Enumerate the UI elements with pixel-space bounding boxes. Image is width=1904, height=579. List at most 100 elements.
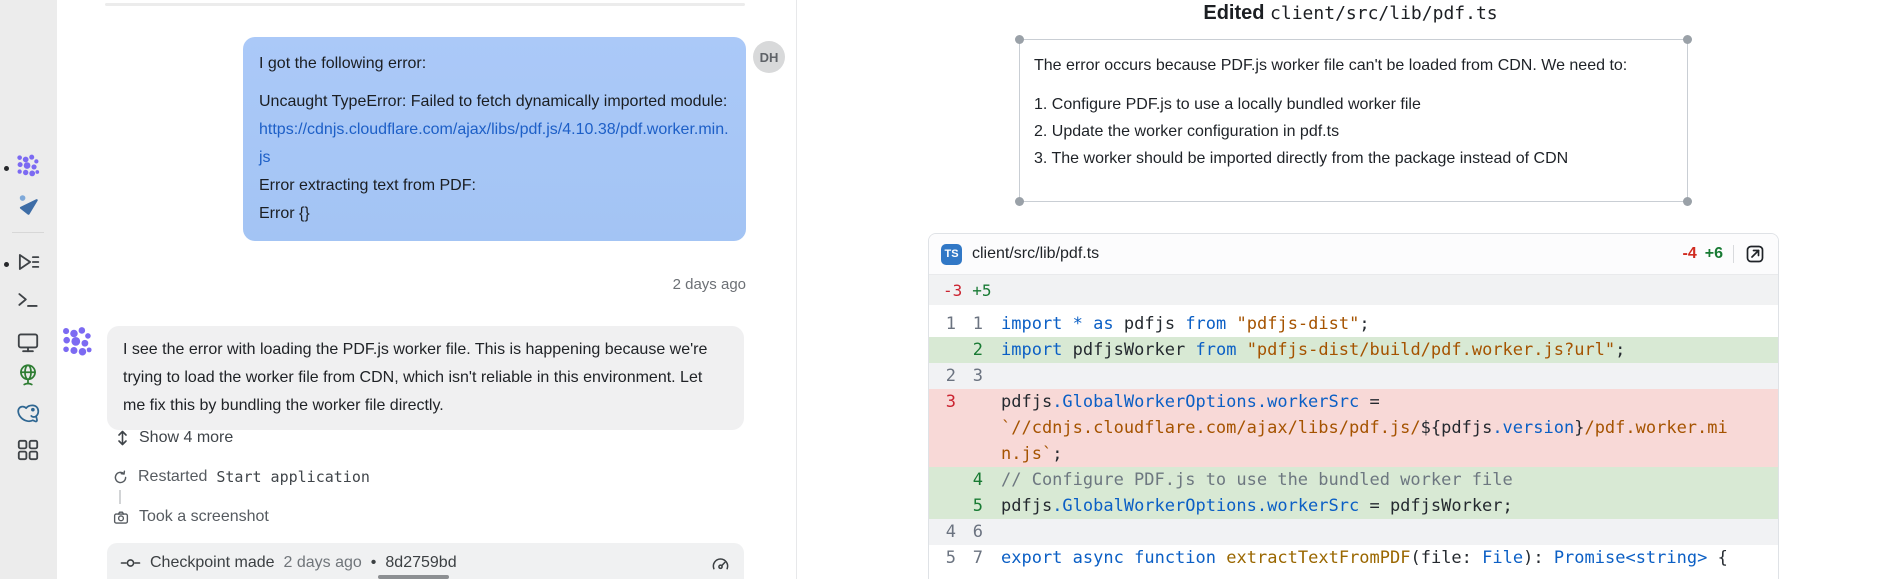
selection-handle[interactable]	[1015, 35, 1024, 44]
sidebar-item-agent[interactable]	[13, 153, 43, 183]
additions-count: +6	[1705, 245, 1723, 263]
sidebar-item-output[interactable]	[13, 329, 43, 359]
edit-action: Edited	[1203, 2, 1264, 24]
show-more-button[interactable]: Show 4 more	[115, 429, 233, 447]
replit-workspace: I got the following error: Uncaught TypeE…	[0, 0, 1904, 579]
user-avatar: DH	[753, 41, 785, 73]
note-item: 2. Update the worker configuration in pd…	[1034, 118, 1673, 145]
code-line: import * as pdfjs from "pdfjs-dist";	[1001, 311, 1778, 337]
agent-icon	[15, 153, 41, 184]
selection-handle[interactable]	[1683, 197, 1692, 206]
agent-chat-panel: I got the following error: Uncaught TypeE…	[57, 0, 797, 579]
old-line-number: 2	[929, 363, 956, 389]
old-line-number: 4	[929, 519, 956, 545]
old-line-number	[929, 493, 956, 519]
editor-panel: Edited client/src/lib/pdf.ts The error o…	[797, 0, 1904, 579]
code-line: pdfjs.GlobalWorkerOptions.workerSrc = pd…	[1001, 493, 1778, 519]
refresh-icon	[112, 469, 129, 486]
user-message-line: Error extracting text from PDF:	[259, 172, 730, 200]
error-url-link[interactable]: https://cdnjs.cloudflare.com/ajax/libs/p…	[259, 121, 729, 166]
diff-row: 2import pdfjsWorker from "pdfjs-dist/bui…	[929, 337, 1778, 363]
rollback-gauge-icon[interactable]	[710, 554, 731, 572]
notification-dot	[4, 262, 9, 267]
old-line-number	[929, 337, 956, 363]
agent-avatar	[60, 325, 94, 359]
new-line-number: 2	[956, 337, 983, 363]
checkpoint-hash: 8d2759bd	[385, 554, 456, 572]
checkpoint-row[interactable]: Checkpoint made 2 days ago • 8d2759bd	[107, 543, 744, 579]
checkpoint-time: 2 days ago	[284, 554, 362, 572]
user-message-line: I got the following error:	[259, 50, 730, 78]
typescript-badge-icon: TS	[941, 244, 962, 265]
show-more-label: Show 4 more	[139, 429, 233, 447]
diff-row: 23	[929, 363, 1778, 389]
selected-note-box[interactable]: The error occurs because PDF.js worker f…	[1019, 39, 1688, 202]
sidebar-item-networking[interactable]	[13, 362, 43, 392]
code-line	[1001, 519, 1778, 545]
clipped-next-row	[378, 575, 449, 579]
sidebar-item-assistant[interactable]	[13, 191, 43, 221]
camera-icon	[112, 509, 130, 526]
diff-hunk-header: -3 +5	[929, 275, 1778, 305]
code-line	[1001, 363, 1778, 389]
new-line-number	[956, 389, 983, 467]
sidebar-item-workflows[interactable]	[13, 249, 43, 279]
diff-header[interactable]: TS client/src/lib/pdf.ts -4 +6	[929, 234, 1778, 275]
notification-dot	[4, 166, 9, 171]
edit-summary-title: Edited client/src/lib/pdf.ts	[797, 2, 1904, 25]
networking-icon	[15, 362, 41, 393]
hunk-deletions: -3	[943, 281, 962, 300]
assistant-icon	[15, 191, 41, 222]
note-intro: The error occurs because PDF.js worker f…	[1034, 52, 1673, 79]
user-message-line: Uncaught TypeError: Failed to fetch dyna…	[259, 88, 730, 116]
note-item: 3. The worker should be imported directl…	[1034, 145, 1673, 172]
selection-handle[interactable]	[1683, 35, 1692, 44]
edited-file-path: client/src/lib/pdf.ts	[1270, 3, 1498, 24]
open-in-editor-icon[interactable]	[1744, 243, 1766, 265]
diff-row: 46	[929, 519, 1778, 545]
sidebar-divider	[12, 232, 44, 233]
expand-updown-icon	[115, 429, 130, 447]
selection-handle[interactable]	[1015, 197, 1024, 206]
screenshot-action-row: Took a screenshot	[112, 508, 269, 526]
sidebar-item-shell[interactable]	[13, 287, 43, 317]
restart-action-label: Restarted	[138, 468, 207, 486]
user-message-bubble: I got the following error: Uncaught TypeE…	[243, 37, 746, 241]
user-message-line: https://cdnjs.cloudflare.com/ajax/libs/p…	[259, 116, 730, 172]
old-line-number	[929, 467, 956, 493]
new-line-number: 3	[956, 363, 983, 389]
new-line-number: 5	[956, 493, 983, 519]
screenshot-action-label: Took a screenshot	[139, 508, 269, 526]
shell-icon	[15, 287, 41, 318]
old-line-number: 5	[929, 545, 956, 571]
checkpoint-label: Checkpoint made	[150, 554, 275, 572]
code-line: pdfjs.GlobalWorkerOptions.workerSrc =`//…	[1001, 389, 1778, 467]
diff-row: 5 pdfjs.GlobalWorkerOptions.workerSrc = p…	[929, 493, 1778, 519]
checkpoint-separator: •	[371, 554, 377, 572]
replit-agent-icon	[60, 346, 94, 363]
diff-filename: client/src/lib/pdf.ts	[972, 245, 1683, 263]
new-line-number: 7	[956, 545, 983, 571]
commit-checkpoint-icon	[120, 555, 141, 571]
restart-action-row: Restarted Start application	[112, 468, 370, 486]
old-line-number: 3	[929, 389, 956, 467]
old-line-number: 1	[929, 311, 956, 337]
header-divider	[1733, 245, 1734, 263]
sidebar-item-database[interactable]	[13, 401, 43, 431]
diff-row: 4 // Configure PDF.js to use the bundled …	[929, 467, 1778, 493]
sidebar-item-all-tools[interactable]	[13, 437, 43, 467]
database-icon	[15, 401, 41, 432]
note-item: 1. Configure PDF.js to use a locally bun…	[1034, 91, 1673, 118]
action-connector-line	[119, 490, 121, 504]
new-line-number: 4	[956, 467, 983, 493]
new-line-number: 6	[956, 519, 983, 545]
note-items: 1. Configure PDF.js to use a locally bun…	[1034, 91, 1673, 172]
diff-card: TS client/src/lib/pdf.ts -4 +6 -3 +5 11i…	[928, 233, 1779, 579]
paragraph-gap	[259, 78, 730, 88]
code-line: // Configure PDF.js to use the bundled w…	[1001, 467, 1778, 493]
diff-row: 57export async function extractTextFromP…	[929, 545, 1778, 571]
output-icon	[15, 329, 41, 360]
diff-row: 11import * as pdfjs from "pdfjs-dist";	[929, 311, 1778, 337]
tool-sidebar	[0, 0, 57, 579]
diff-code: 11import * as pdfjs from "pdfjs-dist";2i…	[929, 305, 1778, 571]
